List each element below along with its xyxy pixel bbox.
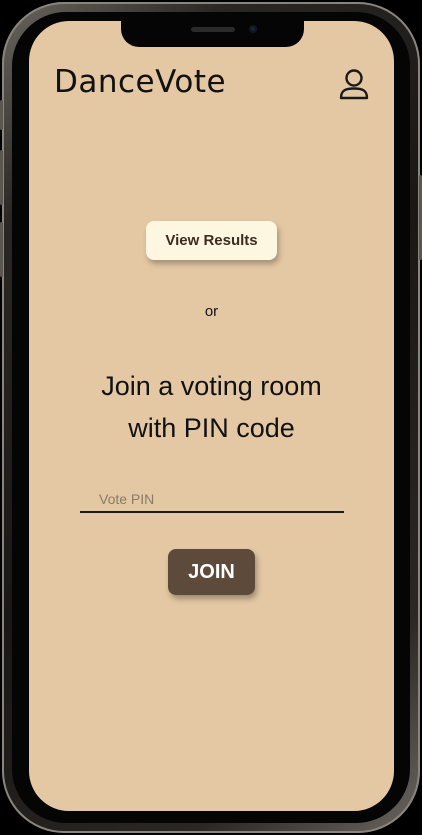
speaker-grille bbox=[191, 27, 235, 32]
notch bbox=[121, 21, 304, 47]
view-results-button[interactable]: View Results bbox=[146, 221, 277, 260]
profile-button[interactable] bbox=[337, 67, 371, 103]
join-heading-line1: Join a voting room bbox=[101, 371, 322, 401]
join-room-heading: Join a voting room with PIN code bbox=[49, 365, 374, 449]
front-camera bbox=[249, 25, 257, 33]
app-screen: DanceVote View Results or Join a voting … bbox=[29, 21, 394, 811]
silent-switch bbox=[0, 100, 3, 130]
join-button[interactable]: JOIN bbox=[168, 549, 255, 595]
vote-pin-input[interactable] bbox=[80, 487, 344, 513]
user-icon bbox=[339, 69, 369, 100]
volume-down-button bbox=[0, 222, 3, 277]
join-heading-line2: with PIN code bbox=[128, 413, 295, 443]
app-title: DanceVote bbox=[54, 64, 227, 100]
or-separator: or bbox=[204, 303, 219, 320]
volume-up-button bbox=[0, 150, 3, 205]
